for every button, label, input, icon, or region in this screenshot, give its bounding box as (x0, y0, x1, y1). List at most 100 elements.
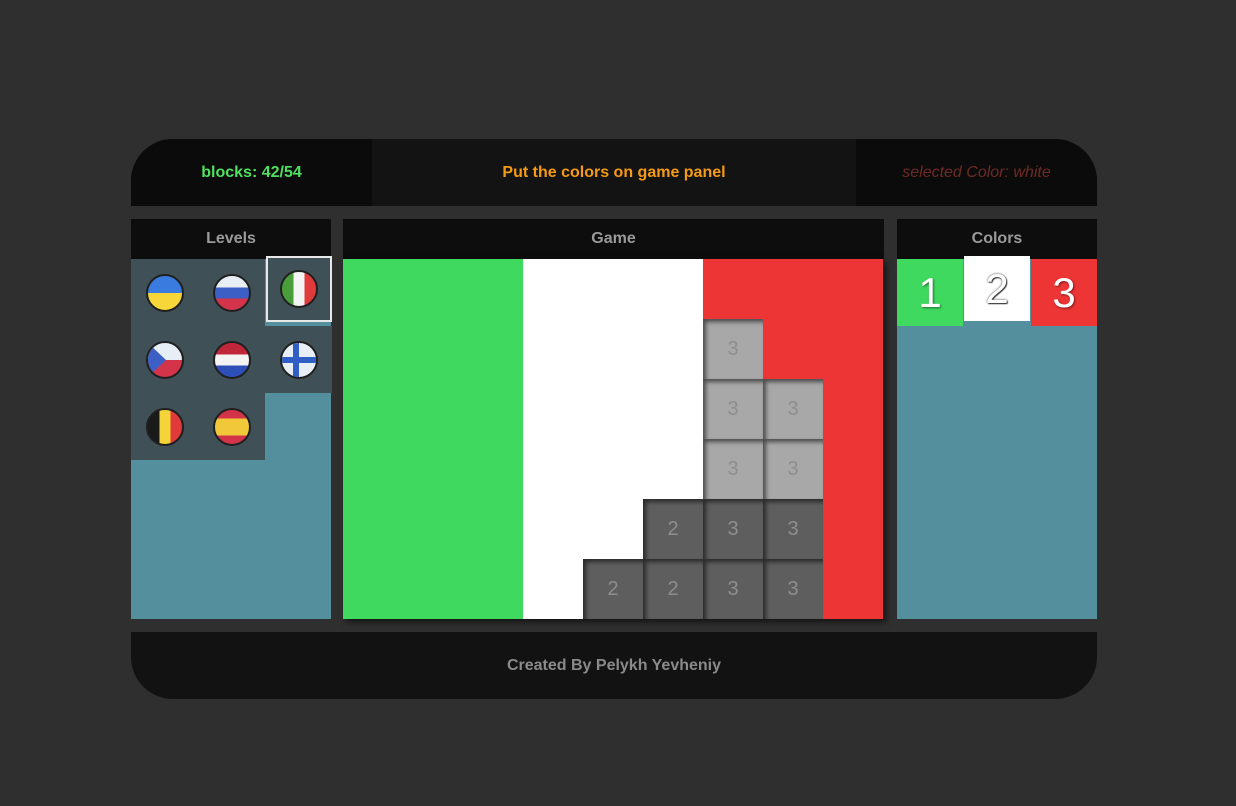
board-cell[interactable] (403, 559, 463, 619)
levels-panel: Levels (131, 219, 332, 619)
board-cell[interactable] (823, 319, 883, 379)
level-spain-button[interactable] (198, 393, 265, 460)
cell-number: 3 (727, 457, 739, 480)
board-cell[interactable] (583, 379, 643, 439)
game-app: blocks: 42/54 Put the colors on game pan… (131, 139, 1097, 699)
board-cell[interactable] (463, 379, 523, 439)
level-belgium-button[interactable] (131, 393, 198, 460)
levels-title: Levels (131, 219, 331, 259)
footer: Created By Pelykh Yevheniy (131, 632, 1097, 699)
level-ukraine-button[interactable] (131, 259, 198, 326)
selected-color-label: selected Color: white (856, 139, 1097, 206)
board-cell[interactable]: 3 (703, 499, 763, 559)
board-cell[interactable] (523, 379, 583, 439)
board-cell[interactable]: 3 (763, 379, 823, 439)
cell-number: 3 (727, 337, 739, 360)
swatch-label: 1 (918, 268, 942, 316)
netherlands-flag-icon (212, 340, 251, 379)
colors-panel: Colors 123 (897, 219, 1097, 619)
board-cell[interactable] (823, 439, 883, 499)
board-cell[interactable] (343, 319, 403, 379)
board-cell[interactable] (343, 379, 403, 439)
cell-number: 3 (787, 397, 799, 420)
cell-number: 3 (787, 517, 799, 540)
game-board: 3 3 3 3 3 2 3 3 2 2 3 3 (343, 259, 883, 619)
colors-title: Colors (897, 219, 1097, 259)
board-cell[interactable] (643, 319, 703, 379)
level-italy-button[interactable] (266, 256, 332, 322)
cell-number: 2 (607, 577, 619, 600)
game-panel: Game 3 3 3 3 3 2 3 3 2 2 3 3 (343, 219, 884, 619)
level-finland-button[interactable] (265, 326, 332, 393)
board-cell[interactable]: 3 (703, 319, 763, 379)
board-cell[interactable] (403, 259, 463, 319)
board-cell[interactable] (343, 499, 403, 559)
board-cell[interactable] (583, 499, 643, 559)
board-cell[interactable] (823, 499, 883, 559)
board-cell[interactable]: 3 (763, 559, 823, 619)
board-cell[interactable] (343, 259, 403, 319)
swatch-label: 2 (985, 264, 1009, 312)
board-cell[interactable]: 2 (643, 499, 703, 559)
board-cell[interactable] (583, 439, 643, 499)
board-cell[interactable] (583, 259, 643, 319)
board-cell[interactable] (583, 319, 643, 379)
board-cell[interactable]: 3 (763, 439, 823, 499)
board-cell[interactable] (763, 319, 823, 379)
spain-flag-icon (212, 407, 251, 446)
russia-flag-icon (212, 273, 251, 312)
board-cell[interactable] (343, 559, 403, 619)
game-title: Game (343, 219, 884, 259)
cell-number: 2 (667, 577, 679, 600)
board-cell[interactable] (403, 379, 463, 439)
board-cell[interactable] (643, 259, 703, 319)
color-swatch-1[interactable]: 1 (897, 259, 963, 326)
board-cell[interactable] (823, 259, 883, 319)
color-swatch-2[interactable]: 2 (964, 256, 1030, 321)
cell-number: 3 (727, 397, 739, 420)
board-cell[interactable] (403, 319, 463, 379)
board-cell[interactable] (463, 559, 523, 619)
board-cell[interactable] (523, 499, 583, 559)
cell-number: 3 (787, 457, 799, 480)
board-cell[interactable] (823, 379, 883, 439)
cell-number: 3 (727, 577, 739, 600)
color-swatch-3[interactable]: 3 (1031, 259, 1097, 326)
level-russia-button[interactable] (198, 259, 265, 326)
board-cell[interactable]: 3 (763, 499, 823, 559)
board-cell[interactable]: 2 (643, 559, 703, 619)
board-cell[interactable] (763, 259, 823, 319)
board-cell[interactable] (703, 259, 763, 319)
board-cell[interactable] (343, 439, 403, 499)
board-cell[interactable] (643, 439, 703, 499)
board-cell[interactable] (523, 259, 583, 319)
board-cell[interactable] (463, 259, 523, 319)
board-cell[interactable] (823, 559, 883, 619)
board-cell[interactable] (463, 439, 523, 499)
board-cell[interactable] (403, 439, 463, 499)
cell-number: 3 (787, 577, 799, 600)
board-cell[interactable] (523, 319, 583, 379)
board-cell[interactable] (523, 439, 583, 499)
level-czech-button[interactable] (131, 326, 198, 393)
czech-flag-icon (145, 340, 184, 379)
instruction-text: Put the colors on game panel (372, 139, 856, 206)
blocks-counter: blocks: 42/54 (131, 139, 372, 206)
belgium-flag-icon (145, 407, 184, 446)
board-cell[interactable] (403, 499, 463, 559)
board-cell[interactable] (523, 559, 583, 619)
cell-number: 2 (667, 517, 679, 540)
board-cell[interactable]: 3 (703, 559, 763, 619)
ukraine-flag-icon (145, 273, 184, 312)
board-cell[interactable]: 3 (703, 439, 763, 499)
board-cell[interactable] (463, 319, 523, 379)
board-cell[interactable] (643, 379, 703, 439)
level-netherlands-button[interactable] (198, 326, 265, 393)
cell-number: 3 (727, 517, 739, 540)
swatch-label: 3 (1052, 268, 1076, 316)
board-cell[interactable]: 2 (583, 559, 643, 619)
finland-flag-icon (279, 340, 318, 379)
board-cell[interactable]: 3 (703, 379, 763, 439)
board-cell[interactable] (463, 499, 523, 559)
header-bar: blocks: 42/54 Put the colors on game pan… (131, 139, 1097, 206)
